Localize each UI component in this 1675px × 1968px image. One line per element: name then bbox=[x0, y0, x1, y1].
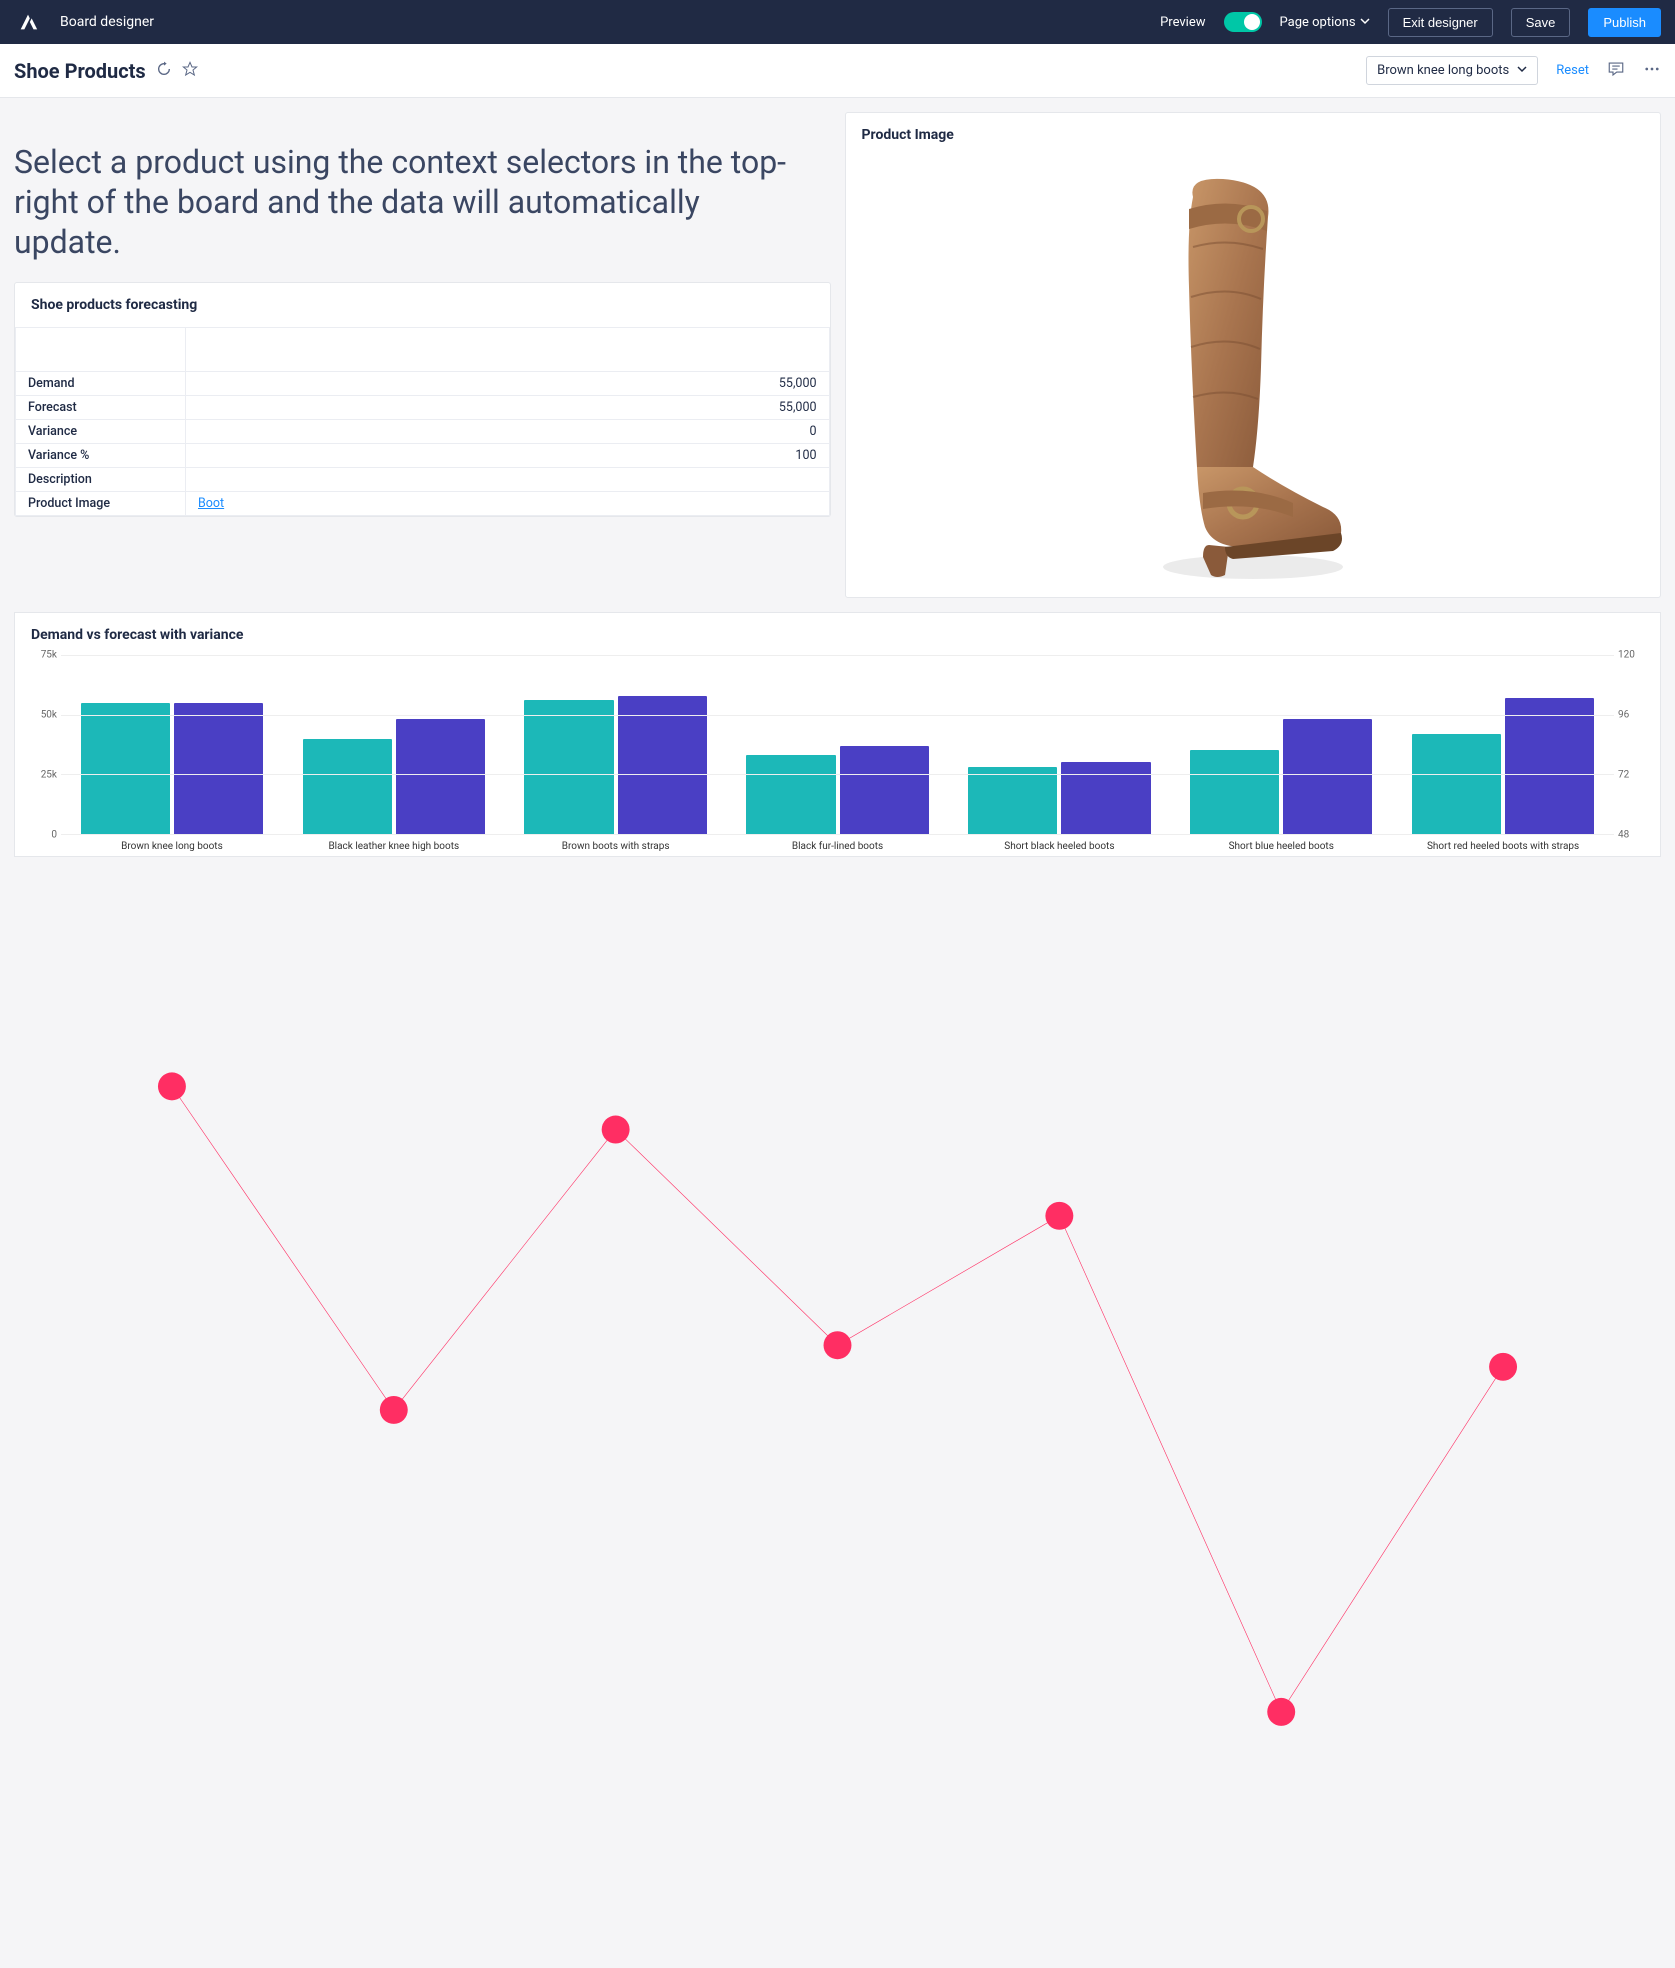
chart-bar[interactable] bbox=[524, 700, 613, 834]
chart-bar[interactable] bbox=[1190, 750, 1279, 834]
chart-card: Demand vs forecast with variance 0 25k 50k… bbox=[14, 612, 1661, 857]
product-image bbox=[1133, 167, 1373, 587]
table-row: Forecast55,000 bbox=[16, 396, 830, 420]
x-axis: Brown knee long bootsBlack leather knee … bbox=[61, 835, 1614, 852]
chart-bar[interactable] bbox=[1412, 734, 1501, 834]
forecast-table: Demand55,000 Forecast55,000 Variance0 Va… bbox=[15, 327, 830, 516]
app-logo[interactable] bbox=[14, 8, 42, 36]
table-row: Demand55,000 bbox=[16, 372, 830, 396]
chart-bar-group[interactable] bbox=[283, 655, 505, 834]
chart-bar[interactable] bbox=[840, 746, 929, 834]
reset-button[interactable]: Reset bbox=[1556, 63, 1589, 78]
star-icon[interactable] bbox=[182, 61, 198, 81]
product-image-title: Product Image bbox=[846, 113, 1661, 157]
y-left-tick: 0 bbox=[51, 830, 57, 841]
y-left-tick: 75k bbox=[41, 650, 57, 661]
chart-bar[interactable] bbox=[618, 696, 707, 834]
x-axis-label: Black fur-lined boots bbox=[727, 835, 949, 852]
chart-bar-group[interactable] bbox=[948, 655, 1170, 834]
more-icon[interactable] bbox=[1643, 60, 1661, 82]
chart-bar[interactable] bbox=[81, 703, 170, 834]
chart-bar[interactable] bbox=[396, 719, 485, 834]
chart-bar[interactable] bbox=[1283, 719, 1372, 834]
page-title: Shoe Products bbox=[14, 59, 146, 83]
chart-plot[interactable] bbox=[61, 655, 1614, 835]
y-left-tick: 25k bbox=[41, 770, 57, 781]
chart-bar[interactable] bbox=[968, 767, 1057, 834]
y-left-tick: 50k bbox=[41, 710, 57, 721]
product-image-link[interactable]: Boot bbox=[198, 496, 224, 511]
x-axis-label: Brown boots with straps bbox=[505, 835, 727, 852]
publish-button[interactable]: Publish bbox=[1588, 8, 1661, 37]
chart-title: Demand vs forecast with variance bbox=[31, 627, 1644, 643]
chart-bar-group[interactable] bbox=[61, 655, 283, 834]
intro-text: Select a product using the context selec… bbox=[14, 112, 831, 262]
y-axis-right: 487296120 bbox=[1614, 655, 1644, 835]
top-bar: Board designer Preview Page options Exit… bbox=[0, 0, 1675, 44]
chart-bar[interactable] bbox=[746, 755, 835, 834]
context-selector-value: Brown knee long boots bbox=[1377, 63, 1509, 78]
context-selector[interactable]: Brown knee long boots bbox=[1366, 56, 1538, 85]
preview-toggle[interactable] bbox=[1224, 12, 1262, 32]
chart-bar-group[interactable] bbox=[727, 655, 949, 834]
product-image-card: Product Image bbox=[845, 112, 1662, 598]
y-right-tick: 72 bbox=[1618, 770, 1629, 781]
y-right-tick: 48 bbox=[1618, 830, 1629, 841]
y-axis-left: 025k50k75k bbox=[31, 655, 61, 835]
chart-bar-group[interactable] bbox=[1170, 655, 1392, 834]
chart-bar[interactable] bbox=[1061, 762, 1150, 834]
x-axis-label: Black leather knee high boots bbox=[283, 835, 505, 852]
preview-label: Preview bbox=[1160, 15, 1205, 30]
topbar-title: Board designer bbox=[60, 14, 154, 30]
table-row: Description bbox=[16, 468, 830, 492]
comment-icon[interactable] bbox=[1607, 60, 1625, 82]
table-row: Product ImageBoot bbox=[16, 492, 830, 516]
save-button[interactable]: Save bbox=[1511, 8, 1571, 37]
x-axis-label: Short black heeled boots bbox=[948, 835, 1170, 852]
page-header: Shoe Products Brown knee long boots Rese… bbox=[0, 44, 1675, 98]
refresh-icon[interactable] bbox=[156, 61, 172, 81]
exit-designer-button[interactable]: Exit designer bbox=[1388, 8, 1493, 37]
chart-bar[interactable] bbox=[1505, 698, 1594, 834]
chart-bar-group[interactable] bbox=[505, 655, 727, 834]
x-axis-label: Brown knee long boots bbox=[61, 835, 283, 852]
left-column: Select a product using the context selec… bbox=[14, 112, 831, 598]
page-options-dropdown[interactable]: Page options bbox=[1280, 15, 1370, 30]
chart-bar[interactable] bbox=[174, 703, 263, 834]
chevron-down-icon bbox=[1360, 15, 1370, 30]
chart-bar-group[interactable] bbox=[1392, 655, 1614, 834]
table-row: Variance %100 bbox=[16, 444, 830, 468]
forecast-card: Shoe products forecasting Demand55,000 F… bbox=[14, 282, 831, 517]
x-axis-label: Short blue heeled boots bbox=[1170, 835, 1392, 852]
y-right-tick: 96 bbox=[1618, 710, 1629, 721]
page-options-label: Page options bbox=[1280, 15, 1356, 30]
chevron-down-icon bbox=[1517, 63, 1527, 78]
table-row: Variance0 bbox=[16, 420, 830, 444]
x-axis-label: Short red heeled boots with straps bbox=[1392, 835, 1614, 852]
chart-bar[interactable] bbox=[303, 739, 392, 834]
y-right-tick: 120 bbox=[1618, 650, 1635, 661]
forecast-card-title: Shoe products forecasting bbox=[15, 283, 830, 327]
